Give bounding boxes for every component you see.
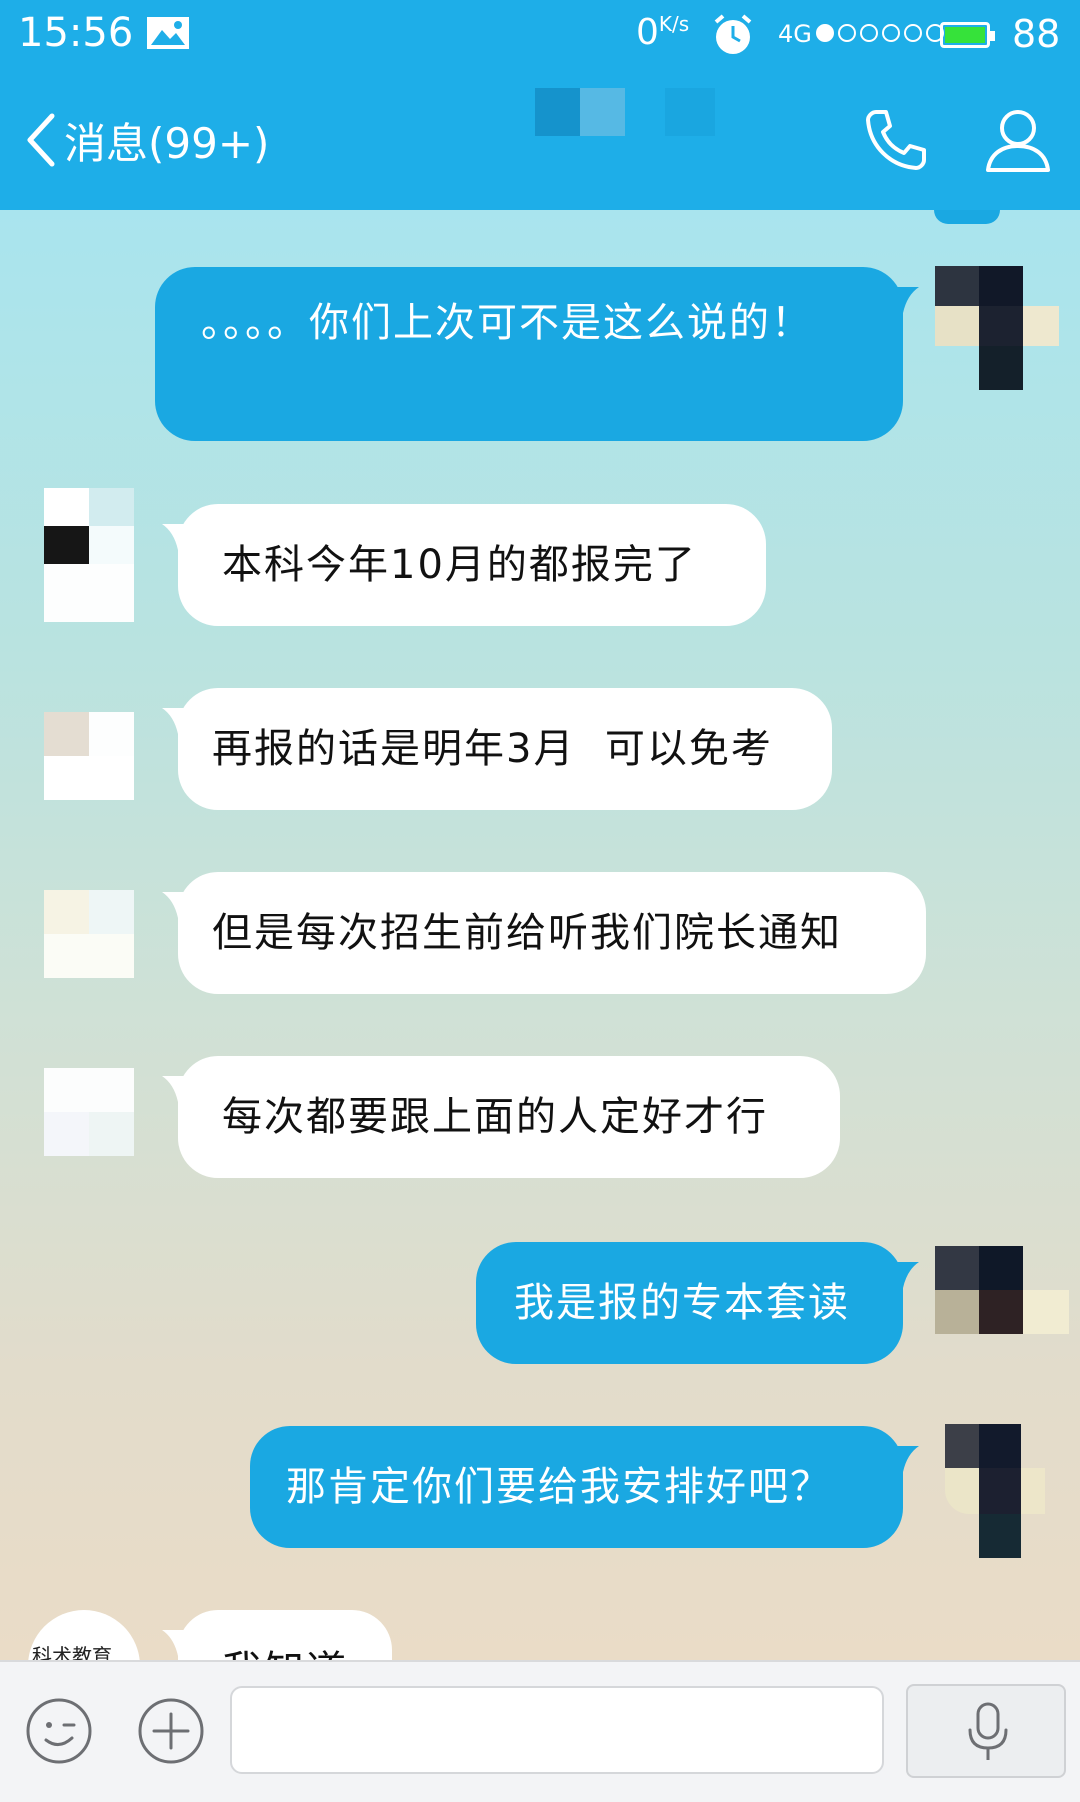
signal-dot-icon [816, 24, 834, 42]
alarm-clock-icon [714, 14, 752, 54]
avatar[interactable] [44, 890, 134, 978]
chevron-left-icon [27, 113, 55, 167]
message-bubble-incoming[interactable]: 我知道 [162, 1610, 392, 1660]
message-bubble-incoming[interactable]: 再报的话是明年3月 可以免考 [162, 688, 832, 810]
avatar[interactable]: 科术教育 [28, 1610, 140, 1660]
message-bubble-outgoing[interactable]: 我是报的专本套读 [476, 1242, 919, 1364]
signal-dot-icon [860, 24, 878, 42]
signal-strength [816, 24, 944, 42]
message-bubble-outgoing[interactable]: 那肯定你们要给我安排好吧？ [250, 1426, 919, 1548]
avatar [934, 210, 1000, 224]
avatar[interactable] [945, 1424, 1045, 1558]
image-notification-icon [147, 17, 189, 49]
top-bar: 15:56 0K/s 4G 88 消息(99+) [0, 0, 1080, 210]
network-speed: 0K/s [636, 12, 689, 53]
signal-dot-icon [882, 24, 900, 42]
network-type: 4G [778, 20, 812, 48]
plus-icon[interactable] [136, 1696, 206, 1766]
message-bubble-incoming[interactable]: 本科今年10月的都报完了 [162, 504, 766, 626]
input-bar [0, 1660, 1080, 1802]
avatar[interactable] [44, 712, 134, 800]
profile-icon[interactable] [982, 104, 1054, 176]
message-text: 每次都要跟上面的人定好才行 [222, 1094, 768, 1140]
bubble-tail [893, 1446, 919, 1472]
status-time: 15:56 [18, 10, 134, 56]
emoji-icon[interactable] [24, 1696, 94, 1766]
bubble-tail [893, 287, 919, 313]
bubble-tail [162, 1076, 188, 1102]
avatar[interactable] [935, 1246, 1069, 1334]
back-label: 消息(99+) [64, 118, 270, 168]
message-text: 。。。。你们上次可不是这么说的！ [201, 300, 813, 346]
network-speed-value: 0 [636, 12, 659, 53]
bubble-tail [162, 1630, 188, 1656]
message-bubble-outgoing[interactable]: 。。。。你们上次可不是这么说的！ [155, 267, 919, 441]
signal-dot-icon [904, 24, 922, 42]
avatar[interactable] [44, 488, 134, 622]
message-text: 那肯定你们要给我安排好吧？ [286, 1464, 832, 1510]
battery-fill [945, 27, 985, 43]
network-speed-unit: K/s [658, 12, 690, 36]
message-text: 我知道 [222, 1648, 348, 1660]
avatar-text: 科术教育 [32, 1644, 112, 1660]
phone-call-icon[interactable] [860, 104, 932, 176]
message-input[interactable] [230, 1686, 884, 1774]
battery-level: 88 [1012, 12, 1061, 56]
message-text: 再报的话是明年3月 可以免考 [212, 726, 773, 772]
voice-button[interactable] [906, 1684, 1066, 1778]
chat-message-list[interactable]: 。。。。你们上次可不是这么说的！ 本科今年10月的都报完了 再报的话是明年3月 … [0, 210, 1080, 1660]
bubble-tail [893, 1262, 919, 1288]
message-text: 我是报的专本套读 [514, 1280, 850, 1326]
contact-name-mosaic [535, 88, 715, 136]
bubble-tail [162, 524, 188, 550]
message-bubble-incoming[interactable]: 但是每次招生前给听我们院长通知 [162, 872, 926, 994]
battery-icon [940, 22, 995, 48]
chat-header: 消息(99+) [0, 70, 1080, 210]
message-bubble-incoming[interactable]: 每次都要跟上面的人定好才行 [162, 1056, 840, 1178]
avatar[interactable] [44, 1068, 134, 1156]
message-text: 本科今年10月的都报完了 [222, 542, 697, 588]
bubble-tail [162, 892, 188, 918]
status-bar: 15:56 0K/s 4G 88 [0, 0, 1080, 70]
bubble-tail [162, 708, 188, 734]
message-text: 但是每次招生前给听我们院长通知 [212, 910, 842, 956]
microphone-icon [968, 1702, 1008, 1760]
back-button[interactable]: 消息(99+) [22, 100, 269, 180]
avatar[interactable] [935, 266, 1059, 390]
signal-dot-icon [838, 24, 856, 42]
